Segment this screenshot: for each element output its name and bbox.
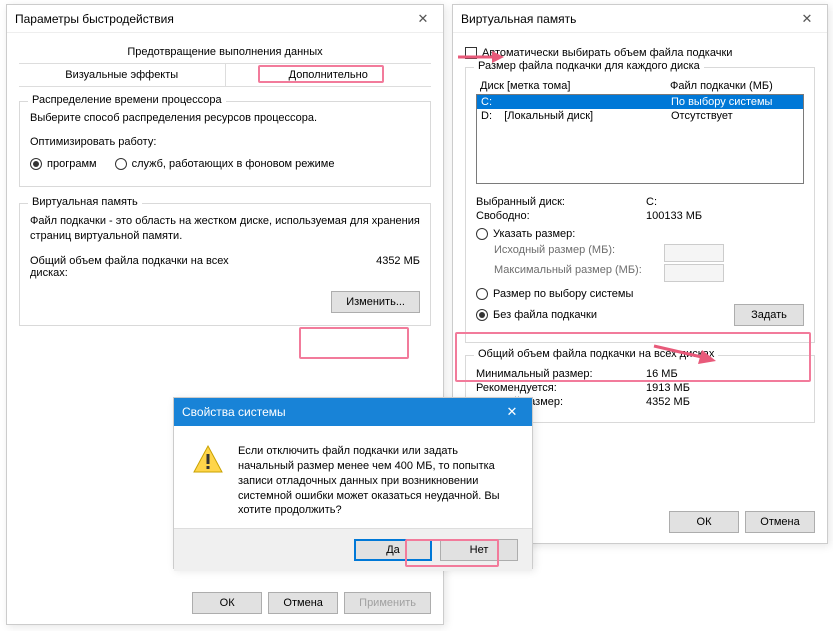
initial-size-input: [664, 244, 724, 262]
min-value: 16 МБ: [646, 368, 678, 380]
selected-disk-value: C:: [646, 196, 657, 208]
msgbox-title: Свойства системы: [182, 405, 286, 419]
msgbox-text: Если отключить файл подкачки или задать …: [238, 444, 514, 518]
cpu-legend: Распределение времени процессора: [28, 94, 226, 106]
radio-services-label: служб, работающих в фоновом режиме: [132, 158, 335, 170]
tab-dep[interactable]: Предотвращение выполнения данных: [19, 41, 431, 64]
perf-titlebar: Параметры быстродействия ✕: [7, 5, 443, 33]
vmem-titlebar: Виртуальная память ✕: [453, 5, 827, 33]
warning-icon: [192, 444, 224, 476]
yes-button[interactable]: Да: [354, 539, 432, 561]
set-button[interactable]: Задать: [734, 304, 804, 326]
cpu-desc: Выберите способ распределения ресурсов п…: [30, 112, 420, 124]
radio-no-paging-label: Без файла подкачки: [493, 309, 597, 321]
min-label: Минимальный размер:: [476, 368, 646, 380]
rec-value: 1913 МБ: [646, 382, 690, 394]
auto-manage-checkbox[interactable]: [465, 47, 477, 59]
ok-button[interactable]: ОК: [192, 592, 262, 614]
radio-no-paging[interactable]: [476, 309, 488, 321]
auto-manage-label: Автоматически выбирать объем файла подка…: [482, 47, 732, 59]
drive-legend: Размер файла подкачки для каждого диска: [474, 60, 704, 72]
apply-button[interactable]: Применить: [344, 592, 431, 614]
radio-programs[interactable]: [30, 158, 42, 170]
col-file: Файл подкачки (МБ): [670, 80, 773, 92]
close-icon[interactable]: ✕: [403, 5, 443, 33]
no-button[interactable]: Нет: [440, 539, 518, 561]
vm-total-value: 4352 МБ: [376, 255, 420, 279]
vmem-title: Виртуальная память: [461, 12, 576, 26]
disk-row-d[interactable]: D: [Локальный диск] Отсутствует: [477, 109, 803, 123]
free-label: Свободно:: [476, 210, 646, 222]
virtual-memory-group: Виртуальная память Файл подкачки - это о…: [19, 203, 431, 326]
free-value: 100133 МБ: [646, 210, 702, 222]
radio-services[interactable]: [115, 158, 127, 170]
vm-legend: Виртуальная память: [28, 196, 142, 208]
msgbox-titlebar: Свойства системы ✕: [174, 398, 532, 426]
initial-size-label: Исходный размер (МБ):: [494, 244, 664, 262]
radio-programs-label: программ: [47, 158, 97, 170]
cpu-scheduling-group: Распределение времени процессора Выберит…: [19, 101, 431, 187]
radio-custom-label: Указать размер:: [493, 228, 575, 240]
radio-system-managed[interactable]: [476, 288, 488, 300]
cur-value: 4352 МБ: [646, 396, 690, 408]
rec-label: Рекомендуется:: [476, 382, 646, 394]
change-button[interactable]: Изменить...: [331, 291, 420, 313]
perf-title: Параметры быстродействия: [15, 12, 174, 26]
tab-visual-effects[interactable]: Визуальные эффекты: [19, 64, 225, 86]
close-icon[interactable]: ✕: [787, 5, 827, 33]
system-properties-msgbox: Свойства системы ✕ Если отключить файл п…: [173, 397, 533, 569]
vm-desc: Файл подкачки - это область на жестком д…: [30, 214, 420, 245]
vmem-ok-button[interactable]: ОК: [669, 511, 739, 533]
totals-legend: Общий объем файла подкачки на всех диска…: [474, 348, 718, 360]
disk-list[interactable]: C: По выбору системы D: [Локальный диск]…: [476, 94, 804, 184]
col-disk: Диск [метка тома]: [480, 80, 670, 92]
tab-advanced[interactable]: Дополнительно: [225, 64, 432, 86]
drive-group: Размер файла подкачки для каждого диска …: [465, 67, 815, 343]
close-icon[interactable]: ✕: [492, 398, 532, 426]
max-size-input: [664, 264, 724, 282]
disk-row-c[interactable]: C: По выбору системы: [477, 95, 803, 109]
cancel-button[interactable]: Отмена: [268, 592, 338, 614]
max-size-label: Максимальный размер (МБ):: [494, 264, 664, 282]
vmem-cancel-button[interactable]: Отмена: [745, 511, 815, 533]
optimize-label: Оптимизировать работу:: [30, 136, 420, 148]
radio-custom-size[interactable]: [476, 228, 488, 240]
vm-total-label: Общий объем файла подкачки на всех диска…: [30, 255, 260, 279]
selected-disk-label: Выбранный диск:: [476, 196, 646, 208]
radio-system-label: Размер по выбору системы: [493, 288, 633, 300]
